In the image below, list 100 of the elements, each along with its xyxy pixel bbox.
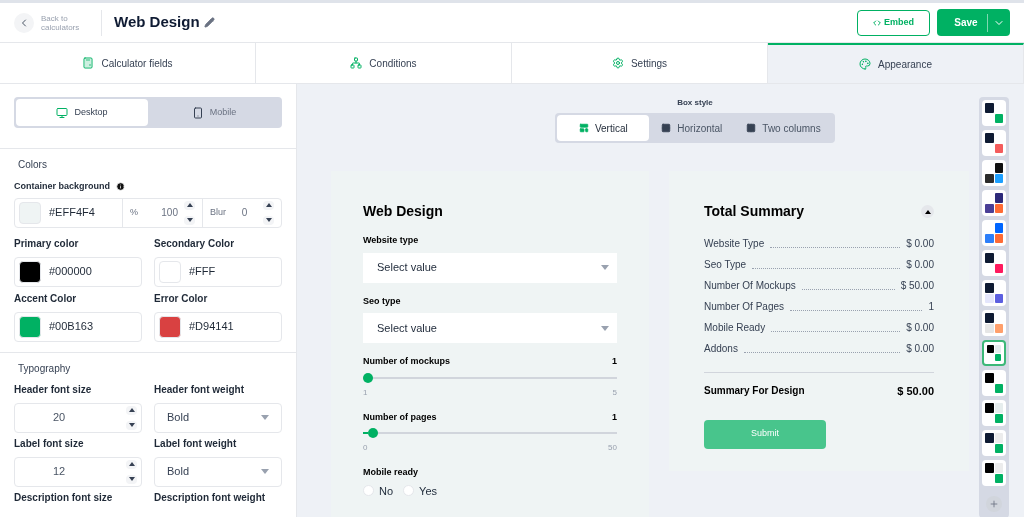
box-style-option[interactable]: Vertical — [557, 115, 650, 141]
slider[interactable] — [363, 372, 617, 383]
field-label: Label font size — [14, 436, 85, 451]
theme-swatch[interactable] — [982, 370, 1006, 396]
color-value: #FFF — [189, 264, 216, 280]
color-value: #D94141 — [189, 319, 234, 335]
down-arrow-icon[interactable] — [126, 420, 137, 430]
field-label: Primary color — [14, 236, 80, 251]
field-label: Number of pages — [363, 410, 437, 424]
field-label: Error Color — [154, 291, 209, 306]
opacity-value: 100 — [160, 206, 178, 220]
theme-swatch[interactable] — [982, 220, 1006, 246]
field-label: Accent Color — [14, 291, 78, 306]
settings-icon — [611, 57, 624, 69]
radio-option[interactable]: No — [363, 482, 394, 499]
up-arrow-icon[interactable] — [126, 459, 137, 469]
down-arrow-icon[interactable] — [184, 215, 195, 225]
monitor-icon — [56, 106, 69, 119]
slider-reading: 1 — [612, 410, 617, 424]
color-value: #000000 — [49, 264, 92, 280]
slider-thumb[interactable] — [367, 428, 378, 438]
info-icon[interactable] — [116, 182, 125, 192]
select-field[interactable]: Select value — [363, 252, 617, 283]
section-title: Typography — [17, 361, 72, 376]
box-style-label: Box style — [677, 97, 713, 109]
total-label: Summary For Design — [704, 384, 805, 398]
up-arrow-icon[interactable] — [263, 200, 274, 210]
summary-label: Website Type — [704, 237, 765, 251]
theme-swatch[interactable] — [982, 160, 1006, 186]
theme-swatch[interactable] — [982, 250, 1006, 276]
section-title: Colors — [17, 158, 48, 172]
radio-option[interactable]: Yes — [403, 482, 437, 499]
calculator-title: Web Design — [114, 12, 200, 33]
device-tab[interactable]: Desktop — [16, 99, 148, 126]
theme-swatch[interactable] — [982, 310, 1006, 336]
theme-swatch[interactable] — [982, 430, 1006, 456]
field-label: Header font size — [14, 382, 93, 397]
field-label: Secondary Color — [154, 236, 236, 251]
percent-label: % — [130, 205, 138, 219]
slider[interactable] — [363, 428, 617, 438]
color-field[interactable]: #D94141 — [154, 311, 282, 342]
layout-icon — [578, 123, 589, 133]
color-value: #EFF4F4 — [49, 205, 95, 221]
summary-value: $ 0.00 — [906, 342, 934, 356]
caret-icon — [261, 415, 269, 420]
summary-value: $ 0.00 — [906, 321, 934, 335]
edit-icon[interactable] — [203, 17, 215, 28]
color-value: #00B163 — [49, 319, 94, 335]
select-field[interactable]: Select value — [363, 313, 617, 343]
theme-swatch[interactable] — [982, 100, 1006, 126]
field-label: Website type — [363, 234, 420, 247]
select-field[interactable]: Bold — [154, 456, 282, 487]
theme-swatch[interactable] — [982, 190, 1006, 216]
blur-value: 0 — [240, 206, 249, 220]
tab[interactable]: Appearance — [768, 43, 1024, 83]
theme-swatch[interactable] — [982, 280, 1006, 306]
theme-swatch[interactable] — [982, 400, 1006, 426]
theme-swatch[interactable] — [982, 340, 1006, 366]
theme-swatch[interactable] — [982, 130, 1006, 156]
collapse-button[interactable] — [921, 205, 934, 218]
background-field[interactable]: #EFF4F4 % 100 Blur 0 — [14, 197, 282, 228]
color-field[interactable]: #00B163 — [14, 311, 142, 342]
box-style-option[interactable]: Two columns — [734, 115, 833, 141]
slider-reading: 1 — [612, 355, 617, 368]
box-style-option[interactable]: Horizontal — [649, 115, 735, 141]
summary-label: Mobile Ready — [704, 321, 766, 335]
summary-label: Seo Type — [704, 258, 747, 272]
field-label: Label font weight — [154, 436, 238, 451]
down-arrow-icon[interactable] — [263, 215, 274, 225]
color-field[interactable]: #000000 — [14, 256, 142, 287]
number-value: 20 — [53, 410, 66, 426]
caret-icon — [601, 265, 609, 270]
up-arrow-icon[interactable] — [184, 200, 195, 210]
field-label: Container background — [14, 180, 110, 193]
color-field[interactable]: #FFF — [154, 256, 282, 287]
plus-icon — [989, 499, 999, 509]
field-label: Header font weight — [154, 382, 245, 397]
form-title: Web Design — [363, 202, 444, 221]
up-arrow-icon[interactable] — [126, 405, 137, 415]
number-field[interactable]: 12 — [14, 456, 142, 487]
field-label: Mobile ready — [363, 466, 419, 479]
slider-thumb[interactable] — [363, 372, 373, 383]
summary-label: Addons — [704, 342, 738, 356]
down-arrow-icon[interactable] — [126, 474, 137, 484]
summary-label: Number Of Mockups — [704, 279, 796, 293]
calculator-icon — [82, 57, 95, 69]
palette-icon — [859, 58, 872, 70]
summary-value: $ 0.00 — [906, 237, 934, 251]
summary-title: Total Summary — [704, 202, 805, 221]
summary-value: 1 — [928, 300, 934, 314]
phone-icon — [191, 106, 204, 119]
slider-min: 1 — [363, 386, 368, 399]
number-value: 12 — [53, 464, 66, 480]
number-field[interactable]: 20 — [14, 402, 142, 433]
select-field[interactable]: Bold — [154, 402, 282, 433]
device-tab[interactable]: Mobile — [148, 99, 280, 126]
summary-label: Number Of Pages — [704, 300, 785, 314]
caret-icon — [261, 469, 269, 474]
theme-swatch[interactable] — [982, 460, 1006, 486]
total-value: $ 50.00 — [897, 384, 934, 399]
